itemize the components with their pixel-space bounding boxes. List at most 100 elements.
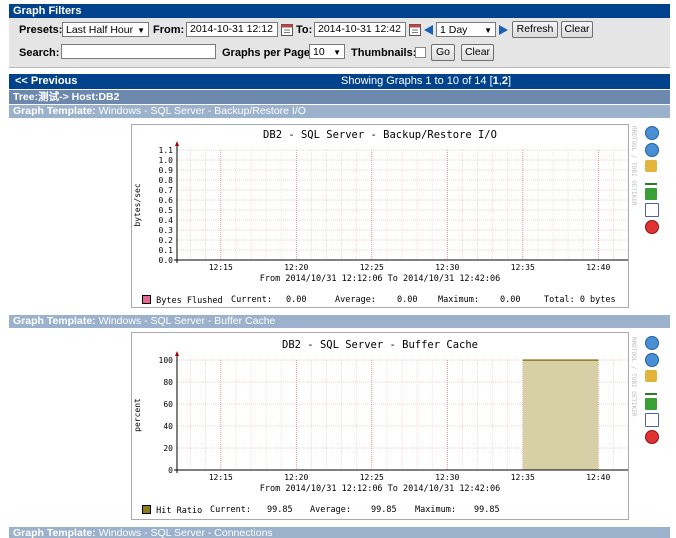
graph-template-name: Windows - SQL Server - Buffer Cache [98,315,276,327]
y-tick-label: 0.6 [159,196,174,205]
y-tick-label: 0.8 [159,176,174,185]
x-tick-label: 12:35 [511,473,535,482]
zoom-icon[interactable] [645,126,659,140]
bar-chart-icon[interactable] [645,398,657,410]
area-fill [522,360,599,470]
y-tick-label: 0.1 [159,246,174,255]
graph-template-label: Graph Template: [13,315,96,327]
legend-current-label: Current: [231,295,272,305]
y-tick-label: 100 [159,356,174,365]
clear-button[interactable]: Clear [561,21,593,38]
x-tick-label: 12:40 [586,473,610,482]
search-label: Search: [19,47,60,59]
rrdtool-watermark: RRDTOOL / TOBI OETIKER [630,337,637,417]
presets-select-value: Last Half Hour [66,24,134,36]
y-axis-arrow [175,351,179,356]
timespan-select-value: 1 Day [440,24,468,36]
thumbnails-checkbox[interactable] [415,47,426,58]
calendar-icon[interactable] [409,24,421,36]
csv-export-icon[interactable] [645,203,659,217]
graph-filters-header: Graph Filters [9,4,670,18]
graph-time-range: From 2014/10/31 12:12:06 To 2014/10/31 1… [259,274,501,284]
chevron-down-icon: ▼ [484,26,492,35]
shift-left-arrow-icon[interactable] [424,25,433,35]
legend-average-label: Average: [310,505,351,515]
presets-select[interactable]: Last Half Hour ▼ [62,22,149,37]
x-tick-label: 12:15 [209,473,233,482]
edit-icon[interactable] [645,370,657,382]
graph-template-bar-3: Graph Template: Windows - SQL Server - C… [9,527,670,538]
chevron-down-icon: ▼ [137,26,145,35]
realtime-icon[interactable] [645,175,657,185]
y-tick-label: 0.5 [159,206,174,215]
legend-total: Total: 0 bytes [544,295,616,305]
legend-maximum-value: 99.85 [474,505,500,515]
legend-maximum-value: 0.00 [500,295,521,305]
from-date-input[interactable]: 2014-10-31 12:12 [186,22,278,37]
to-date-input[interactable]: 2014-10-31 12:42 [314,22,406,37]
pagination-bar: << Previous Showing Graphs 1 to 10 of 14… [9,74,670,89]
graph-buffer-cache[interactable]: DB2 - SQL Server - Buffer Cache 100 80 60 4… [131,332,629,520]
legend-maximum-label: Maximum: [438,295,479,305]
legend-current-value: 0.00 [286,295,307,305]
refresh-button[interactable]: Refresh [512,21,558,38]
y-tick-label: 20 [163,444,173,453]
bar-chart-icon[interactable] [645,188,657,200]
search-input[interactable] [61,44,216,59]
y-tick-label: 0.4 [159,216,174,225]
graphs-per-page-label: Graphs per Page: [222,47,314,59]
filter-area: Presets: Last Half Hour ▼ From: 2014-10-… [9,18,670,68]
timespan-select[interactable]: 1 Day ▼ [436,22,496,37]
thumbnails-label: Thumbnails: [351,47,417,59]
x-tick-label: 12:25 [360,473,384,482]
from-label: From: [153,24,185,36]
previous-link[interactable]: << Previous [15,74,77,89]
graph-template-bar-2: Graph Template: Windows - SQL Server - B… [9,315,670,328]
info-icon[interactable] [645,353,659,367]
graph-backup-restore-io[interactable]: DB2 - SQL Server - Backup/Restore I/O 1.… [131,124,629,308]
legend-average-value: 99.85 [371,505,397,515]
tree-host-bar: Tree:测试-> Host:DB2 [9,90,670,104]
tree-host-label: Tree:测试-> Host:DB2 [13,91,120,103]
rrdtool-watermark: RRDTOOL / TOBI OETIKER [630,126,637,206]
graph-legend: Bytes Flushed Current: 0.00 Average: 0.0… [142,295,622,306]
graph-actions-2 [643,336,659,447]
y-axis-label: bytes/sec [133,183,142,227]
legend-current-label: Current: [210,505,251,515]
delete-icon[interactable] [645,430,659,444]
legend-average-value: 0.00 [397,295,418,305]
y-tick-label: 1.1 [159,146,174,155]
x-tick-label: 12:25 [360,263,384,272]
csv-export-icon[interactable] [645,413,659,427]
graphs-per-page-select[interactable]: 10 ▼ [309,44,345,59]
go-button[interactable]: Go [431,44,455,61]
x-tick-label: 12:20 [284,263,308,272]
legend-average-label: Average: [335,295,376,305]
graph-template-bar-1: Graph Template: Windows - SQL Server - B… [9,105,670,118]
shift-right-arrow-icon[interactable] [499,25,508,35]
calendar-icon[interactable] [281,24,293,36]
delete-icon[interactable] [645,220,659,234]
graph-template-name: Windows - SQL Server - Connections [98,527,273,538]
showing-graphs-text: Showing Graphs 1 to 10 of 14 [1,2] [341,74,511,89]
y-tick-label: 0 [168,466,173,475]
zoom-icon[interactable] [645,336,659,350]
graph-legend: Hit Ratio Current: 99.85 Average: 99.85 … [142,505,622,516]
graph-time-range: From 2014/10/31 12:12:06 To 2014/10/31 1… [259,484,501,494]
graph-template-label: Graph Template: [13,105,96,117]
y-tick-label: 1.0 [159,156,174,165]
edit-icon[interactable] [645,160,657,172]
legend-series-name: Bytes Flushed [156,296,223,306]
graph-template-name: Windows - SQL Server - Backup/Restore I/… [98,105,306,117]
showing-suffix: ] [507,75,512,87]
chevron-down-icon: ▼ [333,48,341,57]
y-tick-label: 80 [163,378,173,387]
info-icon[interactable] [645,143,659,157]
y-axis-arrow [175,141,179,146]
legend-current-value: 99.85 [267,505,293,515]
x-tick-label: 12:30 [435,263,459,272]
y-tick-label: 0.9 [159,166,174,175]
realtime-icon[interactable] [645,385,657,395]
clear-search-button[interactable]: Clear [461,44,494,61]
y-tick-label: 0.2 [159,236,174,245]
